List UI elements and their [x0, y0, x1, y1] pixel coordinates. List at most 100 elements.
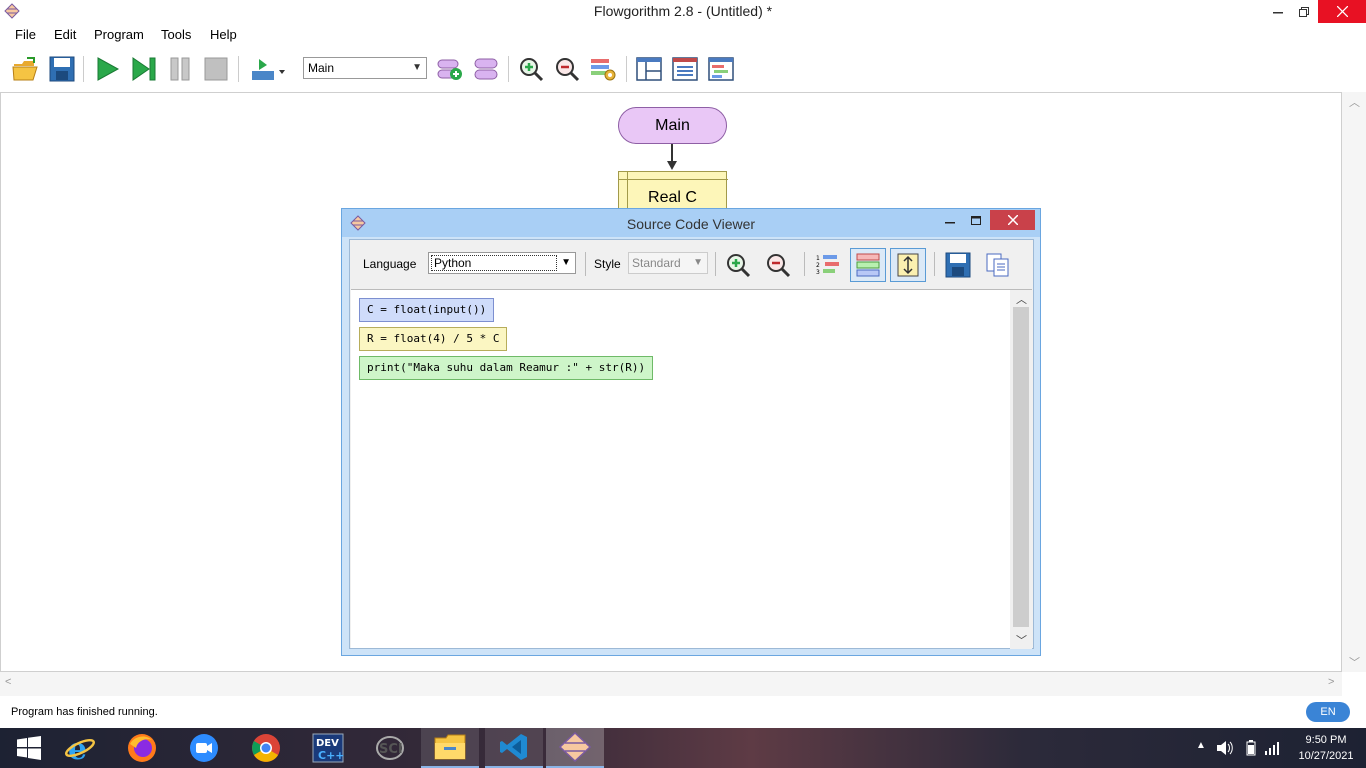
- taskbar-file-explorer[interactable]: [421, 728, 479, 768]
- style-select-value: Standard: [632, 256, 681, 270]
- variable-watch-button[interactable]: [634, 54, 664, 84]
- run-speed-icon: [252, 59, 285, 80]
- taskbar-flowgorithm[interactable]: [546, 728, 604, 768]
- restore-icon: [1299, 6, 1309, 17]
- minimize-button[interactable]: [1264, 0, 1292, 23]
- volume-icon[interactable]: [1216, 740, 1234, 756]
- zoom-out-icon: [556, 58, 580, 82]
- toolbar-separator: [585, 252, 586, 276]
- menu-file[interactable]: File: [15, 27, 36, 42]
- close-button[interactable]: [1318, 0, 1366, 23]
- manage-functions-button[interactable]: [471, 54, 501, 84]
- source-viewer-toolbar: Language Python ▼ Style Standard ▼ 1 2 3: [350, 240, 1033, 288]
- highlight-lines-button[interactable]: [850, 248, 886, 282]
- zoom-out-button[interactable]: [552, 54, 582, 84]
- add-function-button[interactable]: [435, 54, 465, 84]
- scroll-down-icon[interactable]: ﹀: [1349, 654, 1360, 670]
- scroll-left-icon[interactable]: <: [5, 676, 11, 688]
- dialog-minimize-button[interactable]: [940, 211, 960, 231]
- taskbar-dev-cpp[interactable]: DEV C++: [299, 728, 357, 768]
- zoom-in-icon: [727, 254, 751, 278]
- line-numbers-button[interactable]: 123: [810, 248, 846, 282]
- copy-code-button[interactable]: [980, 248, 1016, 282]
- copy-icon: [986, 253, 1009, 277]
- show-hidden-icons-icon[interactable]: ▲: [1196, 740, 1206, 751]
- dialog-title: Source Code Viewer: [626, 216, 756, 232]
- dialog-maximize-button[interactable]: [966, 211, 986, 231]
- window-layout-icon: [636, 57, 662, 81]
- pause-button[interactable]: [165, 54, 195, 84]
- taskbar-scilab[interactable]: SCI: [361, 728, 419, 768]
- language-select[interactable]: Python ▼: [428, 252, 576, 274]
- stop-icon: [204, 57, 228, 81]
- function-select-value: Main: [308, 61, 335, 75]
- menu-tools[interactable]: Tools: [161, 27, 191, 42]
- internet-explorer-icon: e: [64, 732, 96, 764]
- canvas-vertical-scrollbar[interactable]: ︿ ﹀: [1342, 92, 1366, 672]
- taskbar-clock[interactable]: 9:50 PM 10/27/2021: [1288, 732, 1364, 764]
- run-button[interactable]: [92, 54, 122, 84]
- run-speed-button[interactable]: [249, 54, 287, 84]
- code-line[interactable]: R = float(4) / 5 * C: [359, 327, 508, 351]
- step-button[interactable]: [129, 54, 159, 84]
- layout-settings-icon: [591, 59, 616, 81]
- minimize-icon: [945, 222, 955, 224]
- layout-settings-button[interactable]: [588, 54, 618, 84]
- dev-cpp-icon: DEVC++: [312, 733, 344, 763]
- function-select[interactable]: Main ▼: [303, 57, 427, 79]
- dialog-title-bar[interactable]: Source Code Viewer: [342, 209, 1040, 237]
- canvas-horizontal-scrollbar[interactable]: < >: [0, 672, 1342, 696]
- console-button[interactable]: [670, 54, 700, 84]
- svg-text:C++: C++: [318, 749, 344, 762]
- menu-program[interactable]: Program: [94, 27, 144, 42]
- scrollbar-thumb[interactable]: [1013, 307, 1029, 627]
- save-disk-icon: [945, 252, 971, 278]
- clock-date: 10/27/2021: [1298, 750, 1354, 762]
- auto-scroll-button[interactable]: [890, 248, 926, 282]
- menu-edit[interactable]: Edit: [54, 27, 76, 42]
- code-zoom-in-button[interactable]: [720, 248, 756, 282]
- source-code-viewer-button[interactable]: [706, 54, 736, 84]
- taskbar-internet-explorer[interactable]: e: [51, 728, 109, 768]
- taskbar-zoom[interactable]: [175, 728, 233, 768]
- scroll-right-icon[interactable]: >: [1328, 676, 1334, 688]
- code-view[interactable]: C = float(input()) R = float(4) / 5 * C …: [351, 289, 1032, 649]
- taskbar-vscode[interactable]: [485, 728, 543, 768]
- dialog-close-button[interactable]: [990, 210, 1035, 230]
- save-button[interactable]: [47, 54, 77, 84]
- zoom-in-icon: [520, 58, 544, 82]
- pause-icon: [170, 57, 190, 81]
- restore-button[interactable]: [1290, 0, 1318, 23]
- code-zoom-out-button[interactable]: [760, 248, 796, 282]
- open-button[interactable]: [11, 54, 41, 84]
- play-icon: [97, 57, 120, 81]
- scroll-up-icon[interactable]: ︿: [1349, 94, 1360, 110]
- source-code-icon: [708, 57, 734, 81]
- style-select[interactable]: Standard ▼: [628, 252, 708, 274]
- auto-scroll-icon: [897, 253, 919, 277]
- toolbar-separator: [934, 252, 935, 276]
- code-vertical-scrollbar[interactable]: ︿ ﹀: [1010, 290, 1032, 649]
- status-bar: Program has finished running. EN: [0, 696, 1366, 728]
- declare-node[interactable]: Real C: [618, 171, 728, 212]
- start-button[interactable]: [0, 728, 58, 768]
- zoom-in-button[interactable]: [516, 54, 546, 84]
- scroll-down-icon[interactable]: ﹀: [1016, 632, 1027, 648]
- menu-bar: File Edit Program Tools Help: [0, 23, 1366, 46]
- taskbar-chrome[interactable]: [237, 728, 295, 768]
- code-line[interactable]: print("Maka suhu dalam Reamur :" + str(R…: [359, 356, 654, 380]
- code-line[interactable]: C = float(input()): [359, 298, 495, 322]
- stop-button[interactable]: [201, 54, 231, 84]
- flowgorithm-window: Flowgorithm 2.8 - (Untitled) * File Edit…: [0, 0, 1366, 768]
- save-code-button[interactable]: [940, 248, 976, 282]
- network-icon[interactable]: [1264, 740, 1280, 756]
- start-node[interactable]: Main: [618, 107, 727, 144]
- battery-icon[interactable]: [1246, 740, 1256, 756]
- menu-help[interactable]: Help: [210, 27, 237, 42]
- toolbar-separator: [715, 252, 716, 276]
- input-language-indicator[interactable]: EN: [1306, 702, 1350, 722]
- svg-text:3: 3: [816, 269, 820, 276]
- console-window-icon: [672, 57, 698, 81]
- taskbar-firefox[interactable]: [113, 728, 171, 768]
- scroll-up-icon[interactable]: ︿: [1016, 291, 1027, 307]
